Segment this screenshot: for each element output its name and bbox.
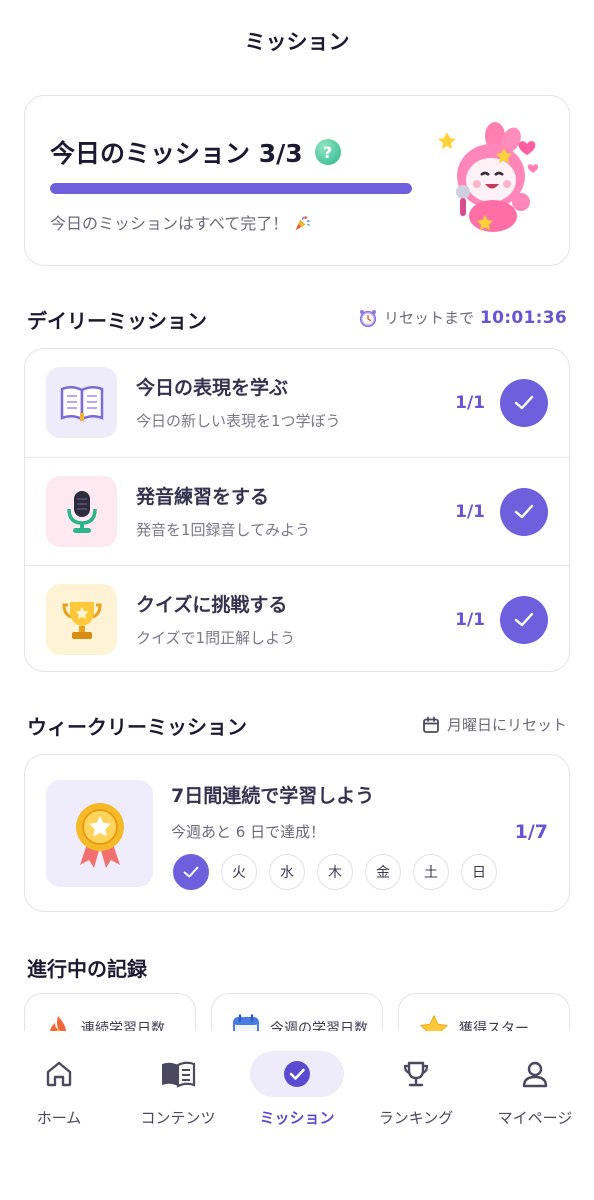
mission-desc: クイズで1問正解しよう: [136, 629, 296, 647]
nav-label: コンテンツ: [140, 1109, 216, 1127]
nav-label: マイページ: [497, 1109, 573, 1127]
nav-item-mission[interactable]: ミッション: [238, 1051, 356, 1128]
microphone-icon: [66, 490, 97, 533]
nav-item-contents[interactable]: コンテンツ: [119, 1051, 237, 1128]
home-icon: [46, 1061, 72, 1087]
mission-row-quiz[interactable]: クイズに挑戦する クイズで1問正解しよう 1/1: [25, 565, 569, 671]
book-icon: [60, 385, 103, 422]
weekly-mission-count: 1/7: [514, 821, 548, 843]
mission-count: 1/1: [455, 393, 485, 413]
completed-check-icon: [500, 596, 548, 644]
mascot-character-icon: [438, 122, 539, 232]
nav-label: ランキング: [378, 1109, 454, 1127]
mission-count: 1/1: [455, 502, 485, 522]
calendar-icon: [423, 716, 439, 733]
mission-row-learn-expression[interactable]: 今日の表現を学ぶ 今日の新しい表現を1つ学ぼう 1/1: [25, 349, 569, 457]
today-progress-fill: [50, 183, 412, 194]
party-popper-icon: [296, 216, 311, 231]
today-progress-bar: [50, 183, 412, 194]
page-title: ミッション: [244, 30, 350, 54]
reset-time: 10:01:36: [480, 307, 567, 328]
mission-count: 1/1: [455, 610, 485, 630]
mission-icon-box: [46, 584, 117, 655]
help-icon[interactable]: ?: [314, 139, 341, 165]
user-icon: [522, 1061, 548, 1088]
today-mission-message: 今日のミッションはすべて完了！: [50, 210, 311, 234]
day-sun: 日: [461, 854, 497, 890]
nav-item-mypage[interactable]: マイページ: [476, 1051, 594, 1128]
mission-title: クイズに挑戦する: [136, 594, 288, 616]
day-tue: 火: [221, 854, 257, 890]
day-thu: 木: [317, 854, 353, 890]
weekly-reset-info: 月曜日にリセット: [422, 714, 567, 735]
today-mission-title: 今日のミッション 3/3 ?: [50, 134, 341, 170]
medal-icon: [75, 802, 124, 868]
daily-section-title: デイリーミッション: [27, 309, 207, 333]
weekly-reset-label: 月曜日にリセット: [446, 716, 567, 734]
today-message-text: 今日のミッションはすべて完了！: [50, 214, 289, 233]
nav-item-ranking[interactable]: ランキング: [357, 1051, 475, 1128]
mission-desc: 今日の新しい表現を1つ学ぼう: [136, 412, 341, 430]
mission-desc: 発音を1回録音してみよう: [136, 521, 311, 539]
nav-label: ホーム: [36, 1109, 82, 1127]
open-book-icon: [162, 1061, 196, 1088]
weekly-mission-title: 7日間連続で学習しよう: [171, 785, 375, 807]
weekly-mission-desc: 今週あと 6 日で達成！: [171, 823, 326, 841]
alarm-clock-icon: [359, 309, 377, 327]
weekly-mission-card[interactable]: 7日間連続で学習しよう 今週あと 6 日で達成！ 1/7 火 水 木 金 土 日: [24, 754, 570, 912]
day-done-check-icon: [173, 854, 209, 890]
trophy-icon: [403, 1061, 429, 1087]
daily-reset-timer: リセットまで 10:01:36: [358, 307, 567, 328]
weekly-day-tracker: 火 水 木 金 土 日: [173, 854, 497, 890]
mission-row-pronunciation[interactable]: 発音練習をする 発音を1回録音してみよう 1/1: [25, 457, 569, 565]
mission-title: 今日の表現を学ぶ: [136, 377, 289, 399]
completed-check-icon: [500, 379, 548, 427]
daily-mission-list: 今日の表現を学ぶ 今日の新しい表現を1つ学ぼう 1/1 発音練習をする 発音を1…: [24, 348, 570, 672]
day-sat: 土: [413, 854, 449, 890]
mission-icon-box: [46, 367, 117, 438]
bottom-navigation: ホーム コンテンツ ミッション ランキング マイページ: [0, 1031, 594, 1200]
mission-title: 発音練習をする: [136, 486, 270, 508]
weekly-section-title: ウィークリーミッション: [27, 715, 247, 739]
today-mission-title-text: 今日のミッション 3/3: [50, 139, 303, 168]
nav-item-home[interactable]: ホーム: [0, 1051, 118, 1128]
medal-icon-box: [46, 780, 153, 887]
day-fri: 金: [365, 854, 401, 890]
reset-label: リセットまで: [384, 309, 475, 327]
today-mission-card: 今日のミッション 3/3 ? 今日のミッションはすべて完了！: [24, 95, 570, 266]
day-wed: 水: [269, 854, 305, 890]
mission-icon-box: [46, 476, 117, 547]
trophy-icon: [61, 601, 102, 639]
nav-label: ミッション: [259, 1109, 335, 1127]
check-circle-icon: [284, 1061, 310, 1087]
records-section-title: 進行中の記録: [27, 957, 147, 981]
completed-check-icon: [500, 488, 548, 536]
